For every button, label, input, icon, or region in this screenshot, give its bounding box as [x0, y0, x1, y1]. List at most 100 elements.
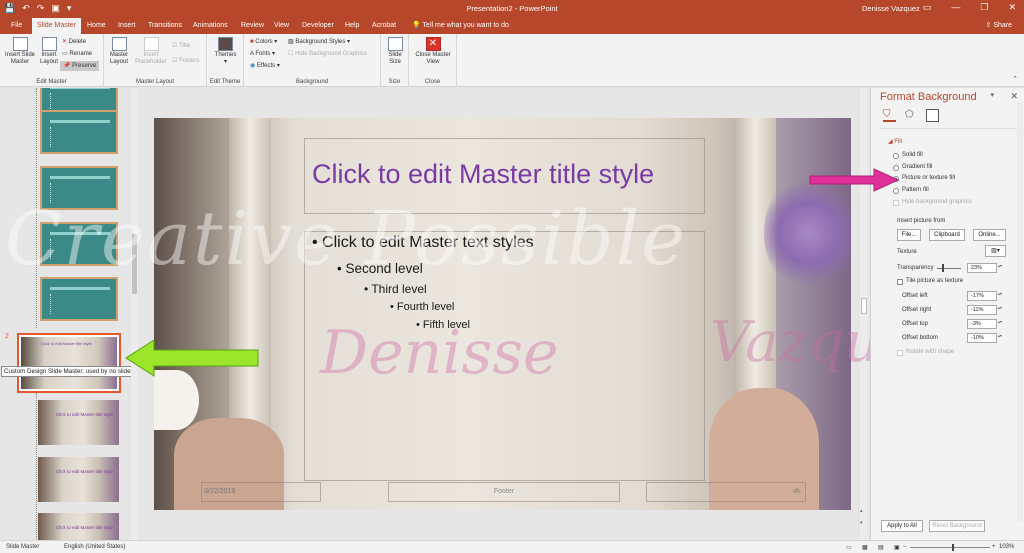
scroll-down-icon[interactable]: ▾: [860, 520, 863, 526]
layout-thumbnail[interactable]: [40, 166, 118, 210]
online-button[interactable]: Online...: [973, 229, 1006, 241]
title-checkbox[interactable]: ☑ Title: [172, 41, 190, 51]
themes-button[interactable]: Themes ▾: [210, 37, 241, 66]
minimize-icon[interactable]: —: [951, 2, 960, 13]
tab-insert[interactable]: Insert: [113, 18, 141, 34]
offset-top-input[interactable]: -3%: [967, 319, 1004, 329]
layout-thumbnail[interactable]: Click to edit Master title style: [38, 457, 119, 502]
pane-close-icon[interactable]: ✕: [1010, 91, 1018, 102]
text-level-4[interactable]: • Fourth level: [390, 301, 454, 313]
rename-button[interactable]: ▭ Rename: [62, 49, 92, 59]
hide-bg-graphics-checkbox[interactable]: ☐ Hide Background Graphics: [288, 49, 367, 59]
tab-home[interactable]: Home: [82, 18, 111, 34]
tab-acrobat[interactable]: Acrobat: [367, 18, 401, 34]
transparency-slider-thumb[interactable]: [942, 264, 944, 272]
account-name[interactable]: Denisse Vazquez: [862, 4, 920, 13]
colors-button[interactable]: ■ Colors ▾: [250, 37, 277, 47]
insert-slide-master-button[interactable]: Insert Slide Master: [3, 37, 37, 66]
selected-master-thumbnail[interactable]: Click to edit Master title style: [17, 333, 121, 393]
insert-layout-button[interactable]: Insert Layout: [37, 37, 61, 66]
fill-section-header[interactable]: ◢ Fill: [888, 138, 902, 145]
scroll-up-icon[interactable]: ▴: [860, 508, 863, 514]
clipboard-button[interactable]: Clipboard: [929, 229, 965, 241]
layout-thumbnail[interactable]: Click to edit Master title style: [38, 400, 119, 445]
tab-file[interactable]: File: [6, 18, 27, 34]
zoom-out-icon[interactable]: −: [903, 544, 907, 550]
thumbnail-scrollbar[interactable]: [131, 88, 138, 540]
tab-view[interactable]: View: [269, 18, 294, 34]
layout-thumbnail[interactable]: [40, 277, 118, 321]
footers-checkbox[interactable]: ☑ Footers: [172, 56, 199, 66]
master-slide[interactable]: Click to edit Master title style • Click…: [154, 118, 851, 510]
pane-options-icon[interactable]: ▾: [990, 91, 994, 99]
layout-thumbnail[interactable]: [40, 110, 118, 154]
collapse-ribbon-icon[interactable]: ⌃: [1012, 75, 1018, 83]
tab-developer[interactable]: Developer: [297, 18, 339, 34]
effects-button[interactable]: ◉ Effects ▾: [250, 61, 280, 71]
date-placeholder[interactable]: 3/22/2019: [201, 482, 321, 502]
gradient-fill-label[interactable]: Gradient fill: [902, 164, 932, 170]
picture-tab-icon[interactable]: [926, 109, 939, 122]
zoom-level[interactable]: 103%: [999, 544, 1014, 550]
pattern-fill-label[interactable]: Pattern fill: [902, 187, 929, 193]
reading-view-icon[interactable]: ▤: [878, 544, 884, 551]
transparency-input[interactable]: 23%: [967, 263, 1004, 273]
rotate-checkbox[interactable]: [897, 350, 903, 356]
effects-tab-icon[interactable]: ⬠: [905, 109, 918, 122]
insert-placeholder-button[interactable]: Insert Placeholder: [133, 37, 169, 66]
zoom-in-icon[interactable]: +: [992, 544, 996, 550]
picture-fill-label[interactable]: Picture or texture fill: [902, 175, 955, 181]
slide-size-button[interactable]: Slide Size: [383, 37, 407, 66]
restore-icon[interactable]: ❐: [980, 2, 988, 13]
file-button[interactable]: File...: [897, 229, 921, 241]
transparency-slider[interactable]: [937, 268, 961, 269]
text-level-5[interactable]: • Fifth level: [416, 319, 470, 331]
tab-review[interactable]: Review: [236, 18, 269, 34]
tell-me-search[interactable]: 💡 Tell me what you want to do: [412, 18, 509, 34]
close-icon[interactable]: ✕: [1008, 2, 1016, 13]
scrollbar-thumb[interactable]: [132, 234, 137, 294]
tab-help[interactable]: Help: [340, 18, 364, 34]
tab-animations[interactable]: Animations: [188, 18, 233, 34]
offset-bottom-input[interactable]: -10%: [967, 333, 1004, 343]
layout-thumbnail[interactable]: Click to edit Master title style: [38, 513, 119, 540]
normal-view-icon[interactable]: ▭: [846, 544, 852, 551]
layout-thumbnail[interactable]: [40, 222, 118, 266]
zoom-slider[interactable]: [910, 547, 990, 548]
slide-sorter-icon[interactable]: ▦: [862, 544, 868, 551]
hide-bg-checkbox[interactable]: [893, 200, 899, 206]
scrollbar-thumb[interactable]: [861, 298, 867, 314]
solid-fill-radio[interactable]: [893, 153, 899, 159]
pane-scrollbar[interactable]: [1017, 102, 1023, 522]
text-level-1[interactable]: • Click to edit Master text styles: [312, 234, 534, 252]
reset-background-button[interactable]: Reset Background: [929, 520, 985, 532]
text-level-3[interactable]: • Third level: [364, 282, 427, 296]
language-indicator[interactable]: English (United States): [64, 544, 125, 550]
offset-right-input[interactable]: -11%: [967, 305, 1004, 315]
footer-placeholder[interactable]: Footer: [388, 482, 620, 502]
master-title[interactable]: Click to edit Master title style: [312, 159, 654, 190]
fonts-button[interactable]: A Fonts ▾: [250, 49, 275, 59]
canvas-scrollbar[interactable]: ▴ ▾: [860, 88, 868, 540]
tile-checkbox[interactable]: [897, 279, 903, 285]
zoom-slider-thumb[interactable]: [952, 544, 954, 551]
tab-transitions[interactable]: Transitions: [143, 18, 187, 34]
slide-number-placeholder[interactable]: ‹#›: [646, 482, 806, 502]
apply-to-all-button[interactable]: Apply to All: [881, 520, 923, 532]
tile-label[interactable]: Tile picture as texture: [906, 278, 963, 284]
background-styles-button[interactable]: ▨ Background Styles ▾: [288, 37, 350, 47]
texture-picker[interactable]: ▨▾: [985, 245, 1006, 257]
solid-fill-label[interactable]: Solid fill: [902, 152, 923, 158]
close-master-view-button[interactable]: ✕ Close Master View: [413, 37, 453, 66]
tab-slide-master[interactable]: Slide Master: [32, 18, 81, 34]
preserve-button[interactable]: 📌 Preserve: [60, 61, 100, 71]
slideshow-icon[interactable]: ▣: [894, 544, 900, 551]
share-button[interactable]: ⇪ Share: [986, 18, 1013, 34]
delete-button[interactable]: ✕ Delete: [62, 37, 86, 47]
effects-label: Effects: [256, 63, 276, 69]
fill-icon[interactable]: ⛉: [883, 109, 896, 122]
text-level-2[interactable]: • Second level: [337, 261, 423, 276]
ribbon-display-icon[interactable]: ▭: [923, 2, 932, 13]
master-layout-button[interactable]: Master Layout: [107, 37, 131, 66]
offset-left-input[interactable]: -17%: [967, 291, 1004, 301]
